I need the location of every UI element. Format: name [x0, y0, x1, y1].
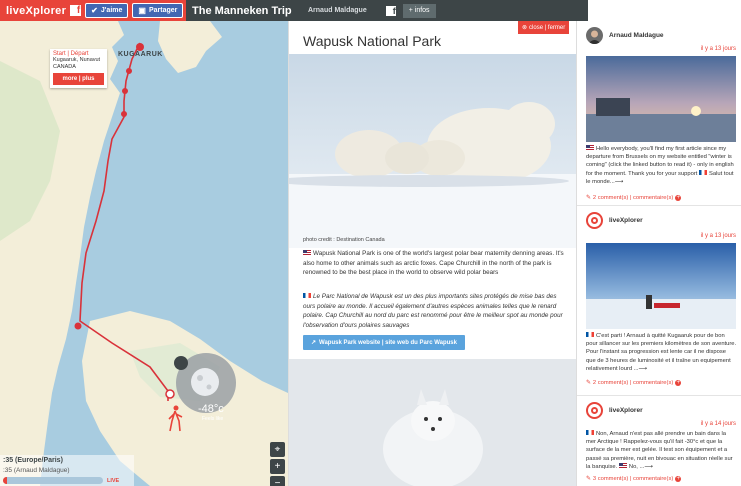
share-icon: ▣: [138, 6, 146, 15]
us-flag-icon: [303, 250, 311, 255]
trip-map[interactable]: Start | Départ Kugaaruk, Nunavut CANADA …: [0, 21, 288, 486]
start-place-label: KUGAARUK: [118, 51, 163, 58]
more-button[interactable]: more | plus: [53, 73, 104, 85]
post-text: Non, Arnaud n'est pas allé prendre un ba…: [586, 430, 733, 470]
news-feed[interactable]: Arnaud Maldague il y a 13 jours Hello ev…: [576, 21, 741, 486]
fr-flag-icon: [303, 293, 311, 298]
avatar[interactable]: [586, 27, 603, 44]
waypoint-marker[interactable]: [126, 68, 132, 74]
live-label: LIVE: [107, 478, 120, 484]
feed-post: Arnaud Maldague il y a 13 jours Hello ev…: [577, 21, 741, 206]
locate-button[interactable]: ⌖: [270, 442, 285, 457]
post-header: Arnaud Maldague: [586, 27, 664, 44]
facebook-icon[interactable]: f: [70, 5, 82, 16]
post-comments-link[interactable]: ✎ 2 comment(s) | commentaire(s) +: [586, 195, 682, 201]
feed-post: liveXplorer il y a 13 jours C'est parti …: [577, 206, 741, 396]
add-comment-icon[interactable]: +: [675, 380, 682, 386]
avatar[interactable]: [586, 402, 603, 419]
arctic-fox-photo[interactable]: [289, 359, 576, 486]
us-flag-icon: [586, 145, 594, 150]
read-more-icon[interactable]: ⟶: [615, 179, 623, 185]
post-photo[interactable]: [586, 56, 736, 142]
time-panel: :35 (Europe/Paris) :35 (Arnaud Maldague)…: [0, 455, 134, 486]
livexplorer-logo-icon: [591, 407, 598, 414]
post-date: il y a 13 jours: [700, 233, 736, 239]
livexplorer-logo[interactable]: liveXplorer: [6, 5, 66, 17]
add-comment-icon[interactable]: +: [675, 476, 682, 482]
post-comments-link[interactable]: ✎ 2 comment(s) | commentaire(s) +: [586, 380, 682, 386]
waypoint-marker[interactable]: [74, 322, 82, 330]
external-link-icon: ↗: [311, 340, 317, 346]
post-header: liveXplorer: [586, 212, 643, 229]
start-marker[interactable]: [136, 43, 144, 51]
post-header: liveXplorer: [586, 402, 643, 419]
trip-progress-bar[interactable]: [3, 477, 103, 484]
post-comments-link[interactable]: ✎ 3 comment(s) | commentaire(s) +: [586, 476, 682, 482]
map-canvas: [0, 21, 288, 486]
weather-badge-icon: [174, 356, 188, 370]
infos-button[interactable]: + infos: [402, 3, 436, 18]
thumbs-up-icon: ✔: [91, 6, 98, 15]
post-author[interactable]: liveXplorer: [609, 407, 643, 414]
livexplorer-logo-icon: [591, 217, 598, 224]
start-popup: Start | Départ Kugaaruk, Nunavut CANADA …: [50, 49, 107, 88]
polar-bears-photo[interactable]: [289, 54, 576, 248]
logo-bar: liveXplorer f ✔ J'aime ▣ Partager: [0, 0, 186, 21]
fr-flag-icon: [699, 169, 708, 175]
island-ne: [158, 21, 222, 73]
trip-owner[interactable]: Arnaud Maldague: [308, 7, 367, 14]
close-icon: ⊗: [522, 25, 528, 31]
post-text: Hello everybody, you'll find my first ar…: [586, 145, 734, 185]
time-traveler: :35 (Arnaud Maldague): [3, 467, 70, 474]
current-position-marker[interactable]: [165, 389, 175, 399]
read-more-icon[interactable]: ⟶: [644, 464, 652, 470]
time-local: :35 (Europe/Paris): [3, 457, 63, 464]
facebook-share-button[interactable]: ▣ Partager: [132, 3, 184, 18]
fr-flag-icon: [586, 332, 594, 337]
post-date: il y a 14 jours: [700, 421, 736, 427]
waypoint-marker[interactable]: [122, 88, 128, 94]
waypoint-marker[interactable]: [121, 111, 127, 117]
avatar[interactable]: [586, 212, 603, 229]
facebook-like-button[interactable]: ✔ J'aime: [85, 3, 129, 18]
start-popup-line1: Kugaaruk, Nunavut: [53, 57, 101, 63]
zoom-out-button[interactable]: −: [270, 476, 285, 486]
moon-icon: [191, 368, 219, 396]
moon-crater: [206, 384, 212, 390]
article-title: Wapusk National Park: [303, 33, 441, 49]
trip-bar: The Manneken Trip Arnaud Maldague f + in…: [186, 0, 588, 21]
post-text: C'est parti ! Arnaud à quitté Kugaaruk p…: [586, 332, 737, 372]
comment-icon: ✎: [586, 476, 591, 482]
add-comment-icon[interactable]: +: [675, 195, 682, 201]
close-button[interactable]: ⊗ close | fermer: [518, 21, 570, 34]
trip-progress-fill: [3, 477, 7, 484]
post-photo[interactable]: [586, 243, 736, 329]
article-panel: ⊗ close | fermer Wapusk National Park pho…: [288, 21, 576, 486]
park-website-button[interactable]: ↗ Wapusk Park website | site web du Parc …: [303, 335, 465, 350]
photo-credit: photo credit : Destination Canada: [303, 237, 385, 243]
post-author[interactable]: Arnaud Maldague: [609, 32, 664, 39]
temperature: -48°c: [198, 403, 224, 415]
post-date: il y a 13 jours: [700, 46, 736, 52]
read-more-icon[interactable]: ⟶: [639, 366, 647, 372]
comment-icon: ✎: [586, 380, 591, 386]
comment-icon: ✎: [586, 195, 591, 201]
top-header: liveXplorer f ✔ J'aime ▣ Partager The Mann…: [0, 0, 741, 21]
zoom-in-button[interactable]: +: [270, 459, 285, 474]
fr-flag-icon: [586, 430, 594, 435]
paragraph-en: Wapusk National Park is one of the world…: [303, 250, 564, 277]
feed-post: liveXplorer il y a 14 jours Non, Arnaud …: [577, 396, 741, 486]
start-popup-line2: CANADA: [53, 64, 76, 70]
feels-like-label: Feels like: [202, 416, 224, 422]
trip-title: The Manneken Trip: [192, 4, 292, 17]
header-spacer: [588, 0, 741, 21]
post-author[interactable]: liveXplorer: [609, 217, 643, 224]
owner-facebook-icon[interactable]: f: [385, 5, 396, 16]
us-flag-icon: [618, 462, 627, 468]
paragraph-fr: Le Parc National de Wapusk est un des pl…: [303, 293, 563, 329]
moon-crater: [197, 375, 203, 381]
